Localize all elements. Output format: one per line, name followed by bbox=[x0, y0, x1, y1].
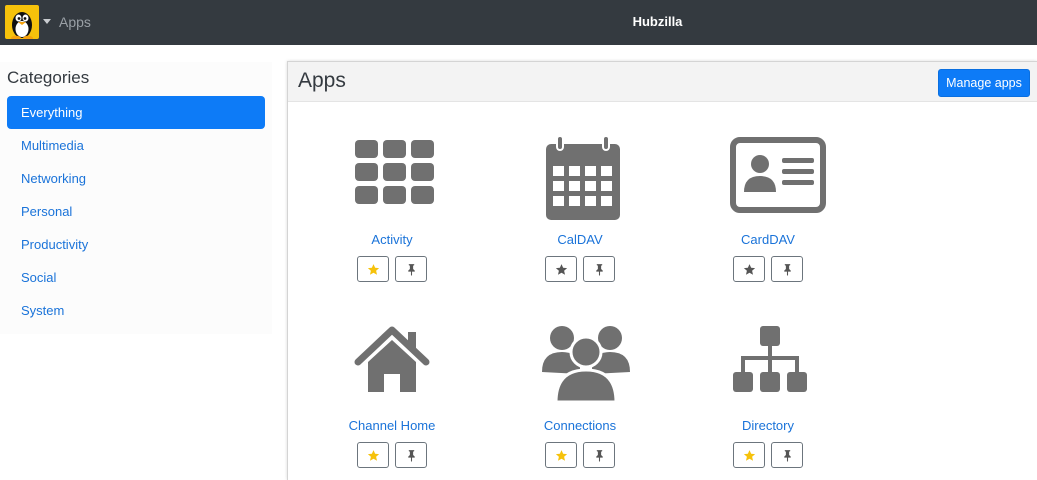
app-name[interactable]: CalDAV bbox=[520, 232, 640, 247]
pin-icon bbox=[596, 450, 603, 462]
app-actions bbox=[520, 442, 640, 468]
home-icon[interactable] bbox=[354, 322, 430, 402]
calendar-icon[interactable] bbox=[542, 135, 620, 220]
star-icon bbox=[555, 264, 567, 275]
star-button[interactable] bbox=[356, 256, 389, 282]
pin-button[interactable] bbox=[771, 256, 804, 282]
app-actions bbox=[520, 256, 640, 282]
site-title[interactable]: Hubzilla bbox=[0, 14, 1037, 29]
pin-button[interactable] bbox=[583, 442, 616, 468]
app-actions bbox=[708, 442, 828, 468]
categories-list: Everything Multimedia Networking Persona… bbox=[7, 96, 265, 327]
app-actions bbox=[332, 442, 452, 468]
category-system[interactable]: System bbox=[7, 294, 265, 327]
star-button[interactable] bbox=[544, 442, 577, 468]
apps-panel: Apps Manage apps Activity CalDAV CardDAV… bbox=[287, 61, 1037, 480]
category-everything[interactable]: Everything bbox=[7, 96, 265, 129]
app-name[interactable]: Connections bbox=[520, 418, 640, 433]
category-networking[interactable]: Networking bbox=[7, 162, 265, 195]
pin-icon bbox=[408, 264, 415, 276]
app-name[interactable]: Activity bbox=[332, 232, 452, 247]
pin-button[interactable] bbox=[395, 442, 428, 468]
star-icon bbox=[743, 450, 755, 461]
manage-apps-button[interactable]: Manage apps bbox=[938, 69, 1030, 97]
app-name[interactable]: Directory bbox=[708, 418, 828, 433]
app-name[interactable]: Channel Home bbox=[332, 418, 452, 433]
star-button[interactable] bbox=[732, 256, 765, 282]
address-card-icon[interactable] bbox=[730, 136, 826, 216]
star-icon bbox=[555, 450, 567, 461]
star-button[interactable] bbox=[356, 442, 389, 468]
category-productivity[interactable]: Productivity bbox=[7, 228, 265, 261]
app-name[interactable]: CardDAV bbox=[708, 232, 828, 247]
app-actions bbox=[708, 256, 828, 282]
categories-sidebar: Categories Everything Multimedia Network… bbox=[0, 62, 272, 334]
star-icon bbox=[367, 264, 379, 275]
star-icon bbox=[743, 264, 755, 275]
star-button[interactable] bbox=[544, 256, 577, 282]
pin-icon bbox=[408, 450, 415, 462]
pin-button[interactable] bbox=[583, 256, 616, 282]
category-personal[interactable]: Personal bbox=[7, 195, 265, 228]
pin-icon bbox=[596, 264, 603, 276]
category-social[interactable]: Social bbox=[7, 261, 265, 294]
star-icon bbox=[367, 450, 379, 461]
page-title: Apps bbox=[298, 69, 346, 92]
star-button[interactable] bbox=[732, 442, 765, 468]
sitemap-icon[interactable] bbox=[730, 322, 807, 402]
users-icon[interactable] bbox=[542, 322, 630, 404]
pin-icon bbox=[784, 450, 791, 462]
pin-icon bbox=[784, 264, 791, 276]
panel-header: Apps Manage apps bbox=[288, 62, 1037, 102]
app-actions bbox=[332, 256, 452, 282]
pin-button[interactable] bbox=[771, 442, 804, 468]
pin-button[interactable] bbox=[395, 256, 428, 282]
top-navbar: Apps Hubzilla bbox=[0, 0, 1037, 45]
grid-icon[interactable] bbox=[354, 136, 434, 216]
categories-title: Categories bbox=[7, 68, 90, 87]
category-multimedia[interactable]: Multimedia bbox=[7, 129, 265, 162]
